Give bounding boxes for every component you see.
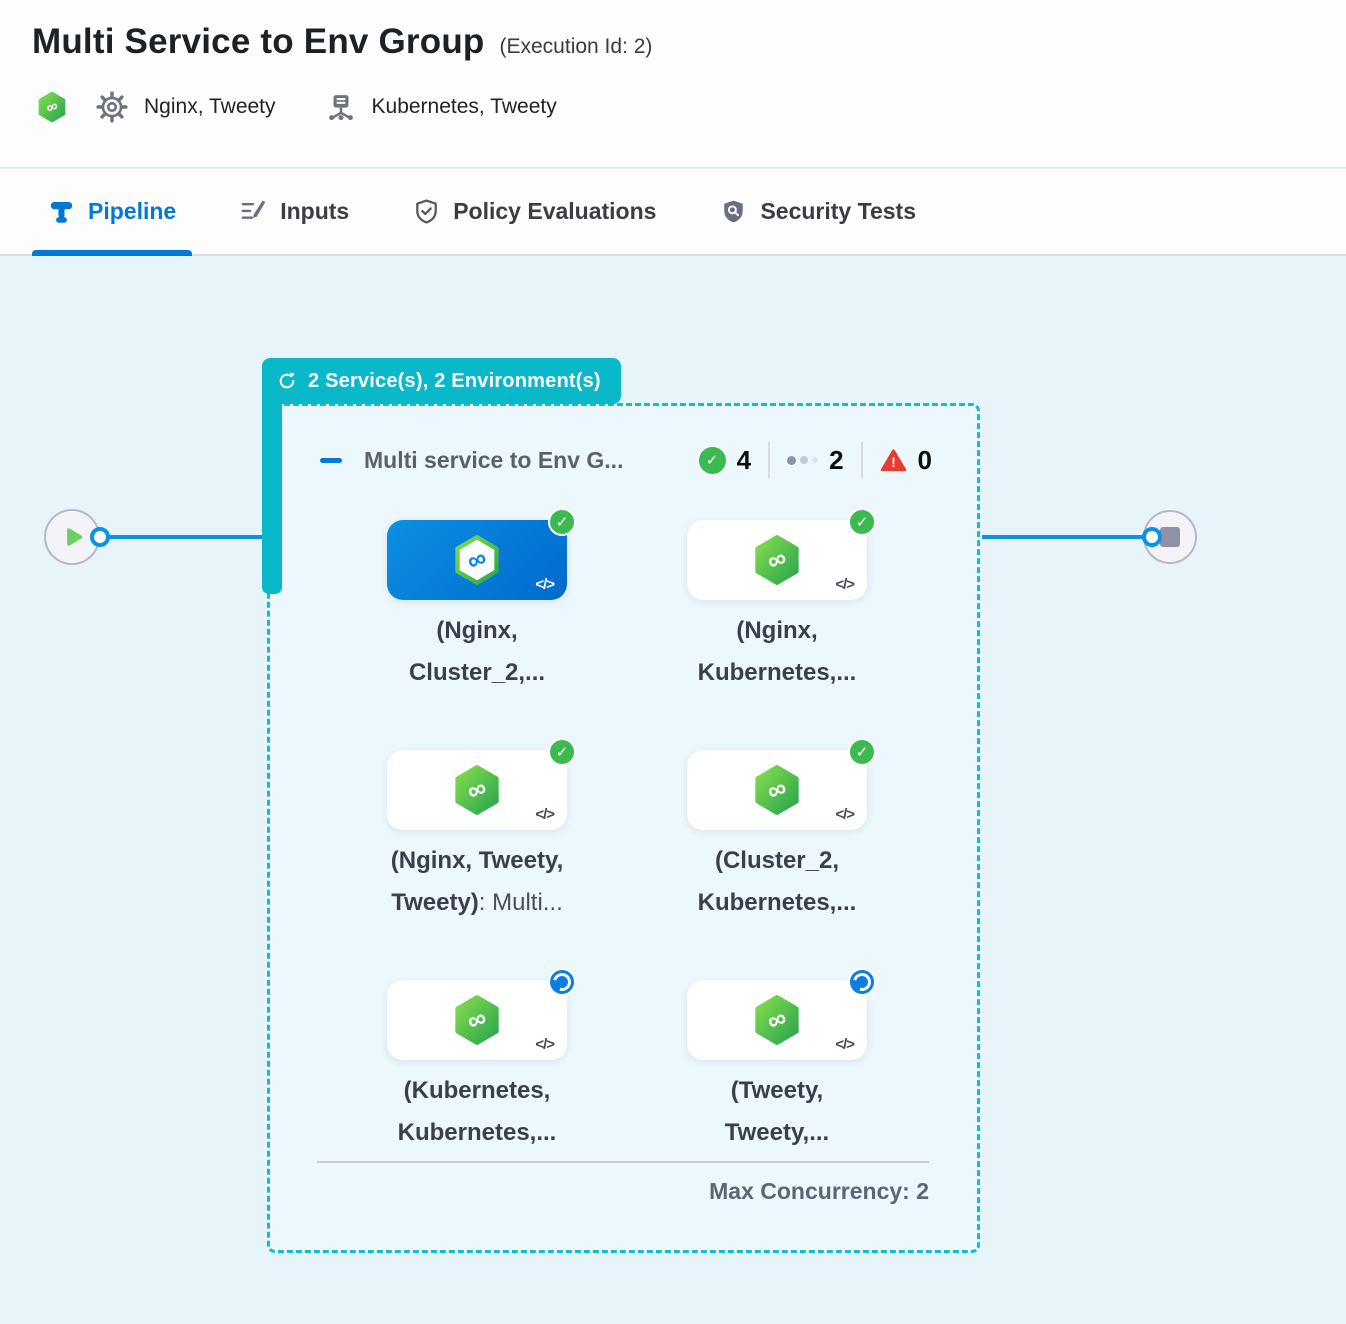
running-badge-icon bbox=[548, 968, 576, 996]
tab-inputs-label: Inputs bbox=[280, 198, 349, 225]
play-icon bbox=[59, 524, 85, 550]
pipeline-execution-page: Multi Service to Env Group (Execution Id… bbox=[0, 0, 1346, 1324]
failed-count-icon: ! bbox=[880, 448, 907, 473]
environments-list: Kubernetes, Tweety bbox=[372, 95, 557, 119]
success-badge-icon: ✓ bbox=[548, 508, 576, 536]
harness-service-icon: ∞ bbox=[751, 994, 803, 1046]
pipeline-icon bbox=[48, 198, 75, 225]
harness-cd-icon: ∞ bbox=[36, 90, 68, 124]
code-icon: </> bbox=[535, 576, 554, 593]
matrix-badge[interactable]: 2 Service(s), 2 Environment(s) bbox=[262, 358, 621, 404]
tab-security-tests-label: Security Tests bbox=[760, 198, 916, 225]
matrix-card-nginx-cluster2[interactable]: ∞ </> ✓ bbox=[387, 520, 567, 600]
edge-stage-to-end bbox=[982, 535, 1146, 539]
matrix-badge-label: 2 Service(s), 2 Environment(s) bbox=[308, 370, 601, 393]
matrix-card-kubernetes-kubernetes[interactable]: ∞ </> ✓ bbox=[387, 980, 567, 1060]
services-list: Nginx, Tweety bbox=[144, 95, 276, 119]
tab-policy-evaluations-label: Policy Evaluations bbox=[453, 198, 656, 225]
card-label: (Nginx, Tweety,Tweety): Multi... bbox=[307, 840, 647, 924]
tab-policy-evaluations[interactable]: Policy Evaluations bbox=[413, 169, 656, 254]
success-count: 4 bbox=[737, 445, 751, 476]
code-icon: </> bbox=[835, 1036, 854, 1053]
success-badge-icon: ✓ bbox=[848, 508, 876, 536]
policy-shield-check-icon bbox=[413, 198, 440, 225]
page-title: Multi Service to Env Group bbox=[32, 22, 485, 62]
start-connector-port bbox=[90, 527, 110, 547]
stop-icon bbox=[1160, 527, 1180, 547]
matrix-card-nginx-tweety[interactable]: ∞ </> ✓ bbox=[387, 750, 567, 830]
success-count-icon: ✓ bbox=[699, 447, 726, 474]
harness-service-icon: ∞ bbox=[751, 534, 803, 586]
matrix-card-tweety-tweety[interactable]: ∞ </> ✓ bbox=[687, 980, 867, 1060]
stage-title: Multi service to Env G... bbox=[364, 447, 623, 474]
stage-header: Multi service to Env G... ✓ 4 2 ! 0 bbox=[320, 440, 932, 480]
max-concurrency-label: Max Concurrency: 2 bbox=[529, 1178, 929, 1205]
code-icon: </> bbox=[535, 1036, 554, 1053]
tab-pipeline-label: Pipeline bbox=[88, 198, 176, 225]
collapse-stage-icon[interactable] bbox=[320, 458, 342, 463]
card-label: (Nginx,Cluster_2,... bbox=[307, 610, 647, 694]
services-gear-icon bbox=[96, 91, 128, 123]
svg-text:!: ! bbox=[891, 455, 896, 470]
tab-pipeline[interactable]: Pipeline bbox=[48, 169, 176, 254]
execution-tabs: Pipeline Inputs Policy Evaluations bbox=[0, 169, 1346, 256]
harness-service-icon: ∞ bbox=[451, 994, 503, 1046]
security-shield-search-icon bbox=[720, 198, 747, 225]
running-badge-icon bbox=[848, 968, 876, 996]
harness-service-icon: ∞ bbox=[451, 764, 503, 816]
matrix-card-nginx-kubernetes[interactable]: ∞ </> ✓ bbox=[687, 520, 867, 600]
execution-meta: ∞ Nginx, Tweety bbox=[36, 90, 557, 124]
matrix-card-cluster2-kubernetes[interactable]: ∞ </> ✓ bbox=[687, 750, 867, 830]
code-icon: </> bbox=[535, 806, 554, 823]
stage-status-counts: ✓ 4 2 ! 0 bbox=[699, 442, 932, 478]
divider bbox=[768, 442, 770, 478]
success-badge-icon: ✓ bbox=[848, 738, 876, 766]
end-connector-port bbox=[1142, 527, 1162, 547]
environments-icon bbox=[326, 91, 356, 123]
running-count-icon bbox=[787, 456, 818, 465]
card-label: (Cluster_2,Kubernetes,... bbox=[607, 840, 947, 924]
tab-security-tests[interactable]: Security Tests bbox=[720, 169, 916, 254]
matrix-badge-strip bbox=[262, 396, 282, 594]
failed-count: 0 bbox=[918, 445, 932, 476]
card-label: (Kubernetes,Kubernetes,... bbox=[307, 1070, 647, 1154]
inputs-icon bbox=[240, 198, 267, 225]
matrix-footer-divider bbox=[317, 1161, 929, 1163]
code-icon: </> bbox=[835, 576, 854, 593]
harness-service-icon: ∞ bbox=[751, 764, 803, 816]
card-label: (Tweety,Tweety,... bbox=[607, 1070, 947, 1154]
pipeline-canvas: 2 Service(s), 2 Environment(s) Multi ser… bbox=[0, 256, 1346, 1324]
harness-service-icon: ∞ bbox=[451, 534, 503, 586]
divider bbox=[861, 442, 863, 478]
code-icon: </> bbox=[835, 806, 854, 823]
execution-id: (Execution Id: 2) bbox=[500, 35, 653, 59]
title-row: Multi Service to Env Group (Execution Id… bbox=[32, 22, 652, 62]
success-badge-icon: ✓ bbox=[548, 738, 576, 766]
loop-icon bbox=[276, 370, 298, 392]
card-label: (Nginx,Kubernetes,... bbox=[607, 610, 947, 694]
running-count: 2 bbox=[829, 445, 843, 476]
tab-inputs[interactable]: Inputs bbox=[240, 169, 349, 254]
execution-header: Multi Service to Env Group (Execution Id… bbox=[0, 0, 1346, 168]
edge-start-to-stage bbox=[102, 535, 270, 539]
